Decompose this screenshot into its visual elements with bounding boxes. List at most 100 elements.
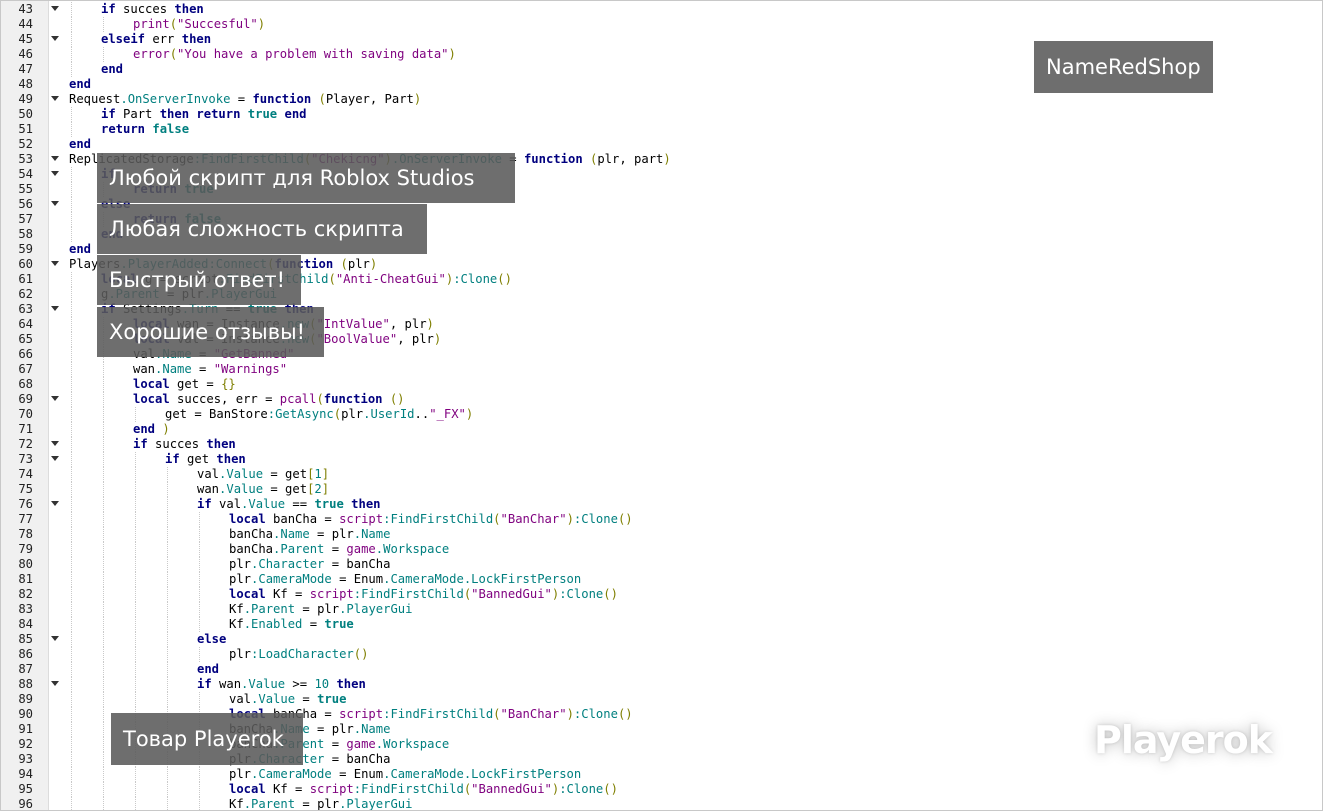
code-text: end: [197, 662, 219, 677]
fold-toggle-icon[interactable]: [51, 156, 59, 161]
indent-guide: [71, 407, 72, 422]
code-line[interactable]: 89 val.Value = true: [1, 692, 1322, 707]
fold-toggle-icon[interactable]: [51, 456, 59, 461]
code-line[interactable]: 44 print("Succesful"): [1, 17, 1322, 32]
code-line[interactable]: 81 plr.CameraMode = Enum.CameraMode.LockF…: [1, 572, 1322, 587]
code-line[interactable]: 74 val.Value = get[1]: [1, 467, 1322, 482]
code-token: plr: [229, 557, 252, 571]
line-number: 90: [18, 707, 33, 721]
indent-guide: [167, 677, 168, 692]
code-token: .Parent: [243, 797, 296, 811]
code-line[interactable]: 73 if get then: [1, 452, 1322, 467]
code-token: function: [523, 152, 583, 166]
fold-toggle-icon[interactable]: [51, 501, 59, 506]
fold-toggle-icon[interactable]: [51, 681, 59, 686]
code-token: pcall: [279, 392, 317, 406]
fold-toggle-icon[interactable]: [51, 441, 59, 446]
code-token: then: [351, 497, 381, 511]
indent-guide: [71, 767, 72, 782]
fold-toggle-icon[interactable]: [51, 171, 59, 176]
line-number: 94: [18, 767, 33, 781]
indent-guide: [103, 542, 104, 557]
code-token: end: [69, 77, 92, 91]
code-line[interactable]: 50 if Part then return true end: [1, 107, 1322, 122]
indent-guide: [71, 392, 72, 407]
code-line[interactable]: 80 plr.Character = banCha: [1, 557, 1322, 572]
line-number: 46: [18, 47, 33, 61]
fold-toggle-icon[interactable]: [51, 36, 59, 41]
code-line[interactable]: 76 if val.Value == true then: [1, 497, 1322, 512]
code-token: .UserId: [363, 407, 415, 421]
line-number: 54: [18, 167, 33, 181]
code-line[interactable]: 49 Request.OnServerInvoke = function (Pla…: [1, 92, 1322, 107]
code-token: ): [162, 422, 170, 436]
code-line[interactable]: 52 end: [1, 137, 1322, 152]
code-text: Request.OnServerInvoke = function (Playe…: [69, 92, 421, 107]
code-line[interactable]: 79 banCha.Parent = game.Workspace: [1, 542, 1322, 557]
code-line[interactable]: 88 if wan.Value >= 10 then: [1, 677, 1322, 692]
code-line[interactable]: 68 local get = {}: [1, 377, 1322, 392]
code-token: Request: [69, 92, 121, 106]
code-line[interactable]: 72 if succes then: [1, 437, 1322, 452]
indent-guide: [71, 572, 72, 587]
line-number: 60: [18, 257, 33, 271]
indent-guide: [71, 782, 72, 797]
code-token: .Name: [155, 362, 192, 376]
code-line[interactable]: 71 end ): [1, 422, 1322, 437]
code-line[interactable]: 86 plr:LoadCharacter(): [1, 647, 1322, 662]
indent-guide: [71, 512, 72, 527]
code-token: .Value: [241, 677, 286, 691]
fold-toggle-icon[interactable]: [51, 6, 59, 11]
code-text: if val.Value == true then: [197, 497, 381, 512]
code-line[interactable]: 70 get = BanStore:GetAsync(plr.UserId.."_…: [1, 407, 1322, 422]
code-token: = get: [263, 467, 308, 481]
code-token: .Parent: [243, 602, 296, 616]
code-token: (: [318, 92, 326, 106]
code-token: val: [229, 692, 252, 706]
code-line[interactable]: 78 banCha.Name = plr.Name: [1, 527, 1322, 542]
indent-guide: [167, 542, 168, 557]
indent-guide: [71, 617, 72, 632]
code-line[interactable]: 82 local Kf = script:FindFirstChild("Bann…: [1, 587, 1322, 602]
code-line[interactable]: 43 if succes then: [1, 2, 1322, 17]
indent-guide: [103, 647, 104, 662]
indent-guide: [199, 782, 200, 797]
code-token: (: [493, 512, 501, 526]
code-line[interactable]: 67 wan.Name = "Warnings": [1, 362, 1322, 377]
indent-guide: [71, 362, 72, 377]
code-line[interactable]: 77 local banCha = script:FindFirstChild("…: [1, 512, 1322, 527]
code-line[interactable]: 85 else: [1, 632, 1322, 647]
line-number: 74: [18, 467, 33, 481]
fold-toggle-icon[interactable]: [51, 396, 59, 401]
line-number: 76: [18, 497, 33, 511]
code-line[interactable]: 84 Kf.Enabled = true: [1, 617, 1322, 632]
code-line[interactable]: 87 end: [1, 662, 1322, 677]
code-line[interactable]: 95 local Kf = script:FindFirstChild("Bann…: [1, 782, 1322, 797]
fold-toggle-icon[interactable]: [51, 306, 59, 311]
code-editor[interactable]: 43 if succes then 44 print("Succesful") 45 el…: [0, 0, 1323, 811]
code-token: "Anti-CheatGui": [335, 272, 446, 286]
indent-guide: [167, 632, 168, 647]
code-token: error: [133, 47, 170, 61]
code-line[interactable]: 69 local succes, err = pcall(function (): [1, 392, 1322, 407]
code-line[interactable]: 83 Kf.Parent = plr.PlayerGui: [1, 602, 1322, 617]
line-number: 80: [18, 557, 33, 571]
code-line[interactable]: 96 Kf.Parent = plr.PlayerGui: [1, 797, 1322, 811]
code-token: = banCha: [324, 752, 391, 766]
fold-toggle-icon[interactable]: [51, 201, 59, 206]
code-token: Kf: [229, 602, 244, 616]
code-token: .PlayerGui: [339, 797, 413, 811]
code-text: end: [69, 242, 91, 257]
code-line[interactable]: 51 return false: [1, 122, 1322, 137]
code-token: .Value: [219, 482, 264, 496]
indent-guide: [135, 512, 136, 527]
code-token: .CameraMode: [251, 767, 332, 781]
fold-toggle-icon[interactable]: [51, 636, 59, 641]
fold-toggle-icon[interactable]: [51, 96, 59, 101]
code-line[interactable]: 75 wan.Value = get[2]: [1, 482, 1322, 497]
indent-guide: [199, 572, 200, 587]
code-text: get = BanStore:GetAsync(plr.UserId.."_FX…: [165, 407, 473, 422]
code-line[interactable]: 94 plr.CameraMode = Enum.CameraMode.LockF…: [1, 767, 1322, 782]
code-token: .Name: [353, 722, 391, 736]
fold-toggle-icon[interactable]: [51, 261, 59, 266]
